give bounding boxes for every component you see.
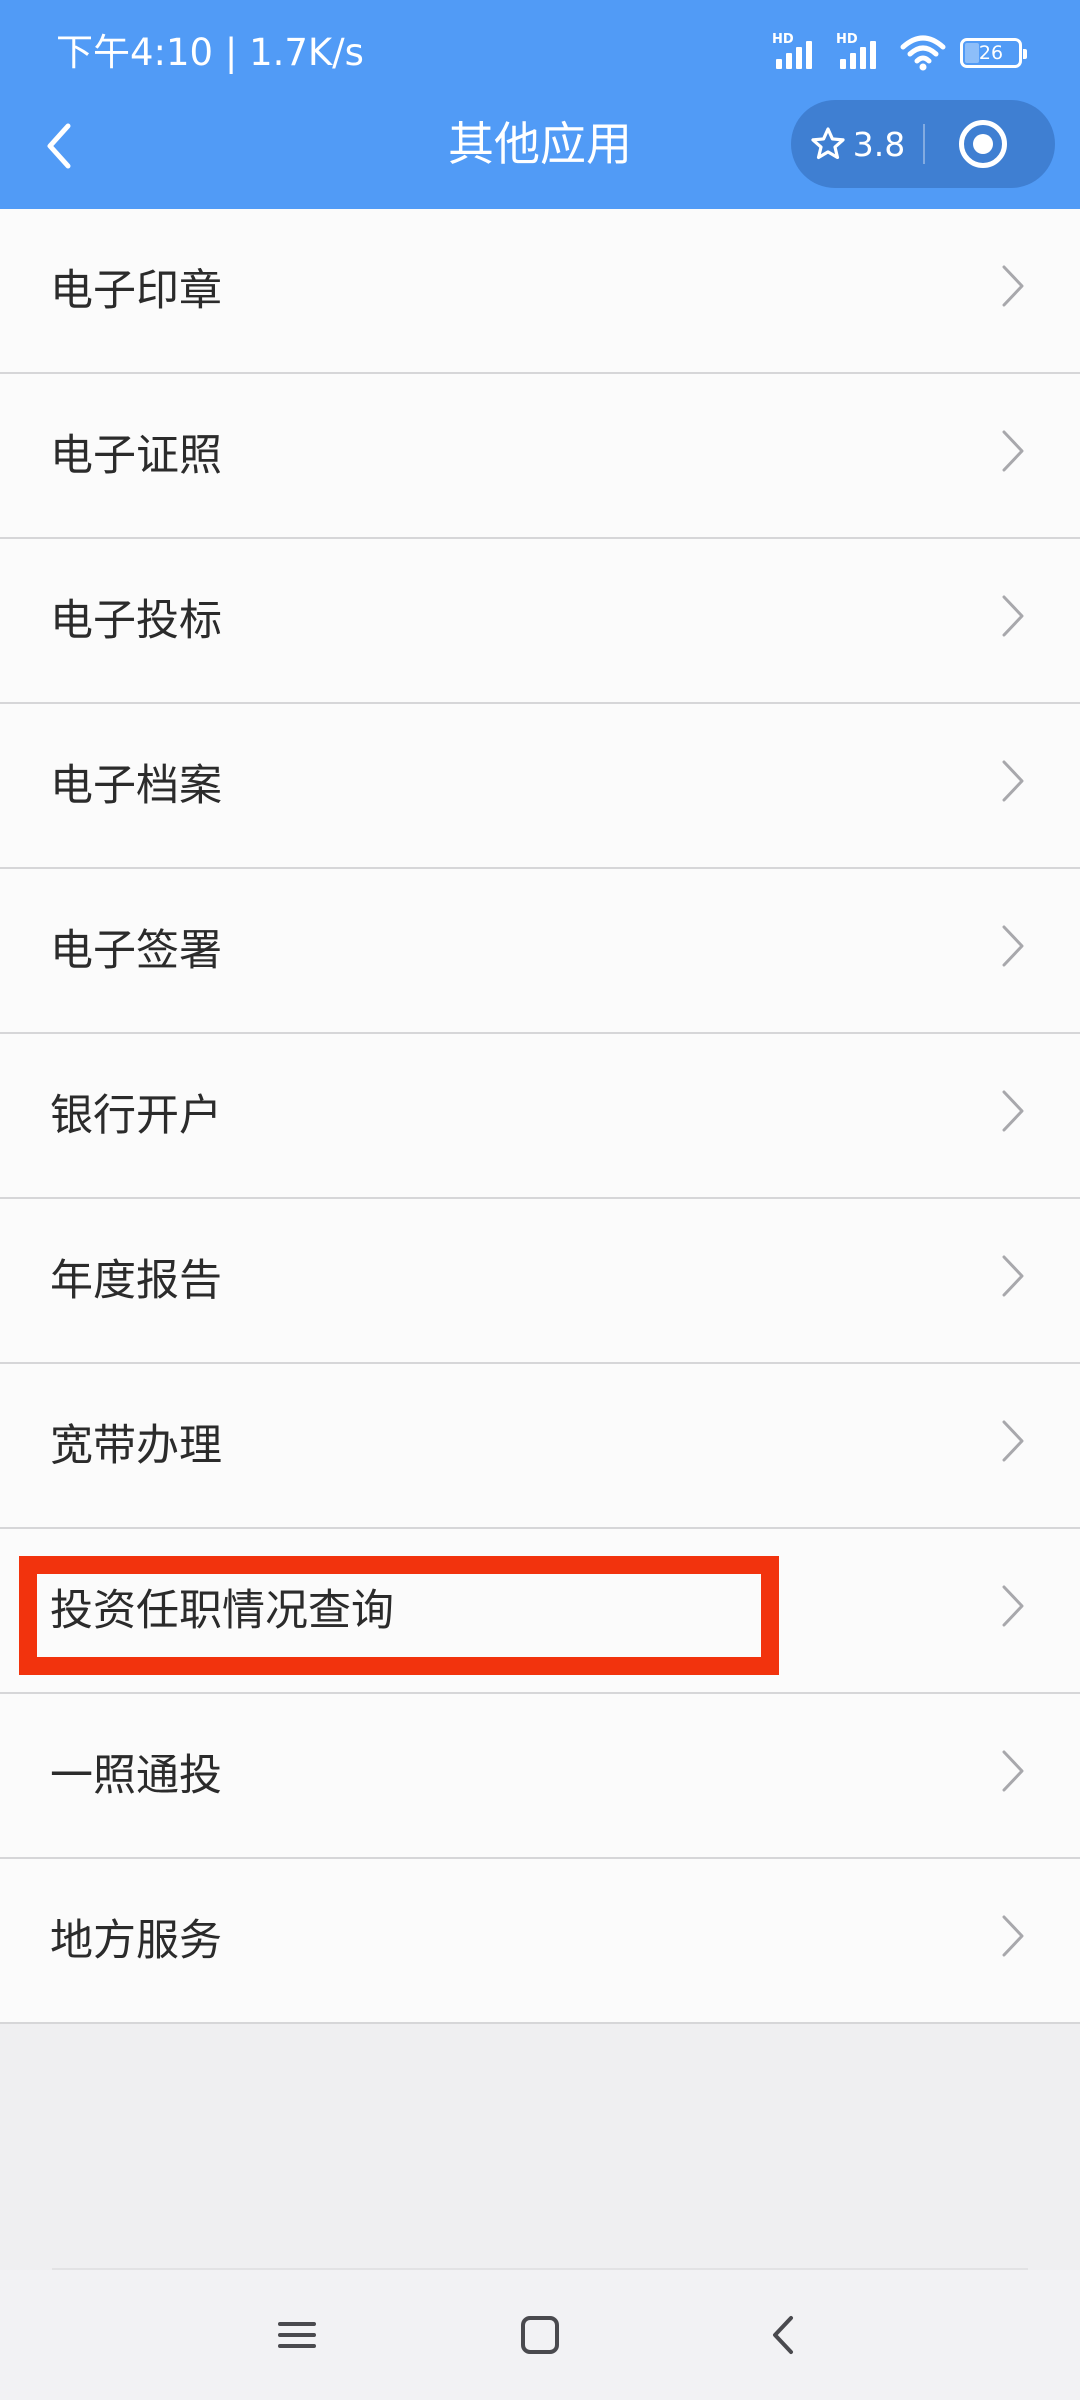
- list-item-label: 电子印章: [50, 266, 222, 316]
- chevron-right-icon: [1002, 1915, 1024, 1957]
- list-item[interactable]: 电子印章: [0, 209, 1080, 374]
- list-item[interactable]: 电子投标: [0, 539, 1080, 704]
- list-item-label: 电子证照: [50, 431, 222, 481]
- rating-button[interactable]: 3.8: [791, 100, 923, 188]
- system-nav-bar: [0, 2270, 1080, 2400]
- list-item-label: 宽带办理: [50, 1421, 222, 1471]
- signal-icon: HD: [772, 33, 822, 71]
- status-icons: HD HD 26: [772, 28, 1027, 78]
- chevron-right-icon: [1002, 1420, 1024, 1462]
- list-item[interactable]: 电子证照: [0, 374, 1080, 539]
- mini-program-capsule: 3.8: [791, 100, 1055, 188]
- status-time: 下午4:10 | 1.7K/s: [56, 31, 364, 74]
- list-item-label: 年度报告: [50, 1256, 222, 1306]
- list-item[interactable]: 一照通投: [0, 1694, 1080, 1859]
- chevron-right-icon: [1002, 760, 1024, 802]
- list-item-label: 地方服务: [50, 1916, 222, 1966]
- list-item[interactable]: 地方服务: [0, 1859, 1080, 2024]
- list-item[interactable]: 宽带办理: [0, 1364, 1080, 1529]
- back-icon[interactable]: [749, 2300, 819, 2370]
- list-item-label: 银行开户: [50, 1091, 222, 1141]
- list-item-label: 电子档案: [50, 761, 222, 811]
- list-item[interactable]: 电子档案: [0, 704, 1080, 869]
- list-item-label: 一照通投: [50, 1751, 222, 1801]
- app-header: 下午4:10 | 1.7K/s HD HD 26 其他应用 3.8: [0, 0, 1080, 209]
- home-icon[interactable]: [505, 2300, 575, 2370]
- chevron-right-icon: [1002, 265, 1024, 307]
- list-item-label: 电子签署: [50, 926, 222, 976]
- app-list: 电子印章 电子证照 电子投标 电子档案 电子签署 银行开户 年度报告 宽带办理 …: [0, 209, 1080, 2024]
- chevron-right-icon: [1002, 925, 1024, 967]
- list-item[interactable]: 投资任职情况查询: [0, 1529, 1080, 1694]
- signal-icon: HD: [836, 33, 886, 71]
- capsule-divider: [923, 124, 925, 164]
- battery-level: 26: [978, 42, 1004, 64]
- target-icon[interactable]: [959, 120, 1007, 168]
- chevron-right-icon: [1002, 595, 1024, 637]
- chevron-right-icon: [1002, 1585, 1024, 1627]
- chevron-right-icon: [1002, 1255, 1024, 1297]
- list-item[interactable]: 年度报告: [0, 1199, 1080, 1364]
- chevron-right-icon: [1002, 1090, 1024, 1132]
- chevron-right-icon: [1002, 430, 1024, 472]
- wifi-icon: [900, 35, 946, 71]
- list-item-label: 电子投标: [50, 596, 222, 646]
- menu-icon[interactable]: [262, 2300, 332, 2370]
- rating-value: 3.8: [852, 124, 906, 164]
- star-icon: [811, 127, 845, 160]
- list-item[interactable]: 银行开户: [0, 1034, 1080, 1199]
- list-item-label: 投资任职情况查询: [50, 1586, 394, 1636]
- battery-icon: 26: [960, 38, 1027, 68]
- chevron-right-icon: [1002, 1750, 1024, 1792]
- list-item[interactable]: 电子签署: [0, 869, 1080, 1034]
